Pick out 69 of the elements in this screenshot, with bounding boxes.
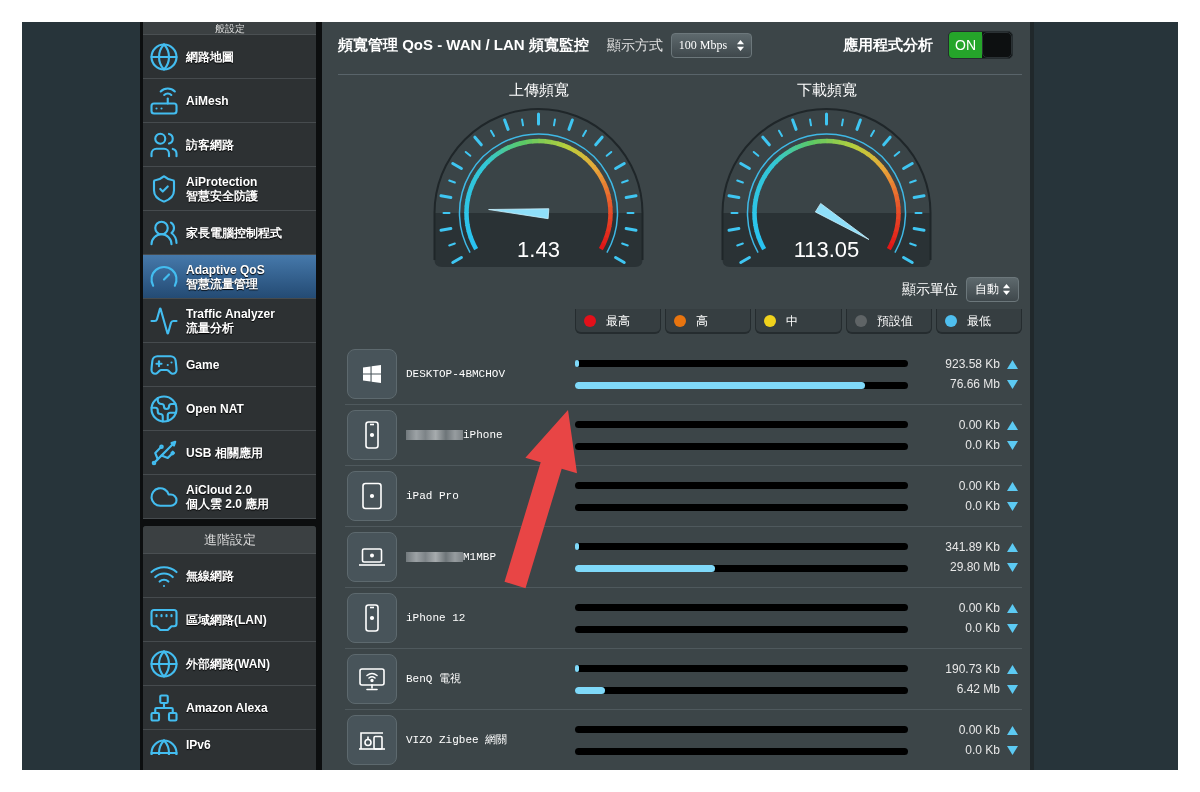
up-triangle-icon — [1007, 603, 1018, 613]
display-unit-label: 顯示單位 — [902, 279, 958, 299]
priority-label: 最低 — [966, 312, 991, 330]
app-analysis-label: 應用程式分析 — [843, 34, 933, 55]
download-reading: 0.0 Kb — [965, 438, 1000, 452]
device-name: DESKTOP-4BMCHOV — [406, 366, 506, 382]
display-unit-select[interactable]: 自動 — [966, 276, 1019, 302]
laptop-icon — [347, 532, 397, 582]
upload-reading: 923.58 Kb — [945, 357, 1000, 371]
device-name: VIZO Zigbee 網關 — [406, 732, 508, 748]
sidebar-section-header: 般設定 — [214, 22, 245, 34]
priority-label: 預設值 — [876, 312, 913, 330]
page-title: 頻寬管理 QoS - WAN / LAN 頻寬監控 — [338, 34, 589, 55]
download-reading: 0.0 Kb — [965, 499, 1000, 513]
device-name: iPhone — [463, 427, 503, 443]
sidebar-item[interactable]: Adaptive QoS 智慧流量管理 — [143, 255, 316, 299]
globe-icon — [149, 738, 179, 755]
gauge-title: 上傳頻寬 — [508, 81, 569, 99]
download-reading: 0.0 Kb — [965, 621, 1000, 635]
priority-label: 高 — [696, 312, 709, 330]
network-icon — [149, 692, 179, 723]
globe-icon — [149, 393, 179, 424]
phone-icon — [347, 410, 397, 460]
gauge-value: 113.05 — [793, 238, 860, 262]
download-reading: 0.0 Kb — [965, 743, 1000, 757]
display-mode-label: 顯示方式 — [606, 35, 663, 55]
download-reading: 76.66 Mb — [949, 377, 1000, 391]
gauge-value: 1.43 — [517, 238, 560, 262]
sidebar-section-header: 進階設定 — [203, 530, 256, 549]
down-triangle-icon — [1007, 623, 1018, 633]
download-reading: 6.42 Mb — [956, 682, 1000, 696]
up-triangle-icon — [1007, 725, 1018, 735]
upload-reading: 341.89 Kb — [945, 540, 1000, 554]
up-triangle-icon — [1007, 481, 1018, 491]
phone-icon — [347, 593, 397, 643]
tv-icon — [347, 654, 397, 704]
tablet-icon — [347, 471, 397, 521]
router-icon — [149, 85, 179, 116]
down-triangle-icon — [1007, 501, 1018, 511]
down-triangle-icon — [1007, 440, 1018, 450]
up-triangle-icon — [1007, 542, 1018, 552]
pulse-icon — [149, 305, 179, 336]
up-triangle-icon — [1007, 420, 1018, 430]
down-triangle-icon — [1007, 379, 1018, 389]
upload-reading: 0.00 Kb — [958, 479, 1000, 493]
upload-reading: 0.00 Kb — [958, 418, 1000, 432]
down-triangle-icon — [1007, 745, 1018, 755]
device-name: M1MBP — [463, 549, 496, 565]
gauge-title: 下載頻寬 — [796, 81, 857, 99]
device-name: iPad Pro — [406, 488, 459, 504]
priority-label: 中 — [786, 312, 799, 330]
device-name: iPhone 12 — [406, 610, 466, 626]
down-triangle-icon — [1007, 562, 1018, 572]
display-mode-select[interactable]: 100 Mbps — [670, 32, 753, 58]
up-down-caret-icon — [1003, 283, 1010, 295]
windows-logo-icon — [347, 349, 397, 399]
device-name: BenQ 電視 — [406, 671, 461, 687]
down-triangle-icon — [1007, 684, 1018, 694]
globe-icon — [149, 41, 179, 72]
priority-label: 最高 — [606, 312, 630, 330]
upload-reading: 190.73 Kb — [945, 662, 1000, 676]
up-triangle-icon — [1007, 664, 1018, 674]
up-triangle-icon — [1007, 359, 1018, 369]
upload-reading: 0.00 Kb — [958, 601, 1000, 615]
up-down-caret-icon — [737, 39, 745, 51]
globe-icon — [149, 648, 179, 679]
download-reading: 29.80 Mb — [949, 560, 1000, 574]
upload-reading: 0.00 Kb — [958, 723, 1000, 737]
hub-device-icon — [347, 715, 397, 765]
